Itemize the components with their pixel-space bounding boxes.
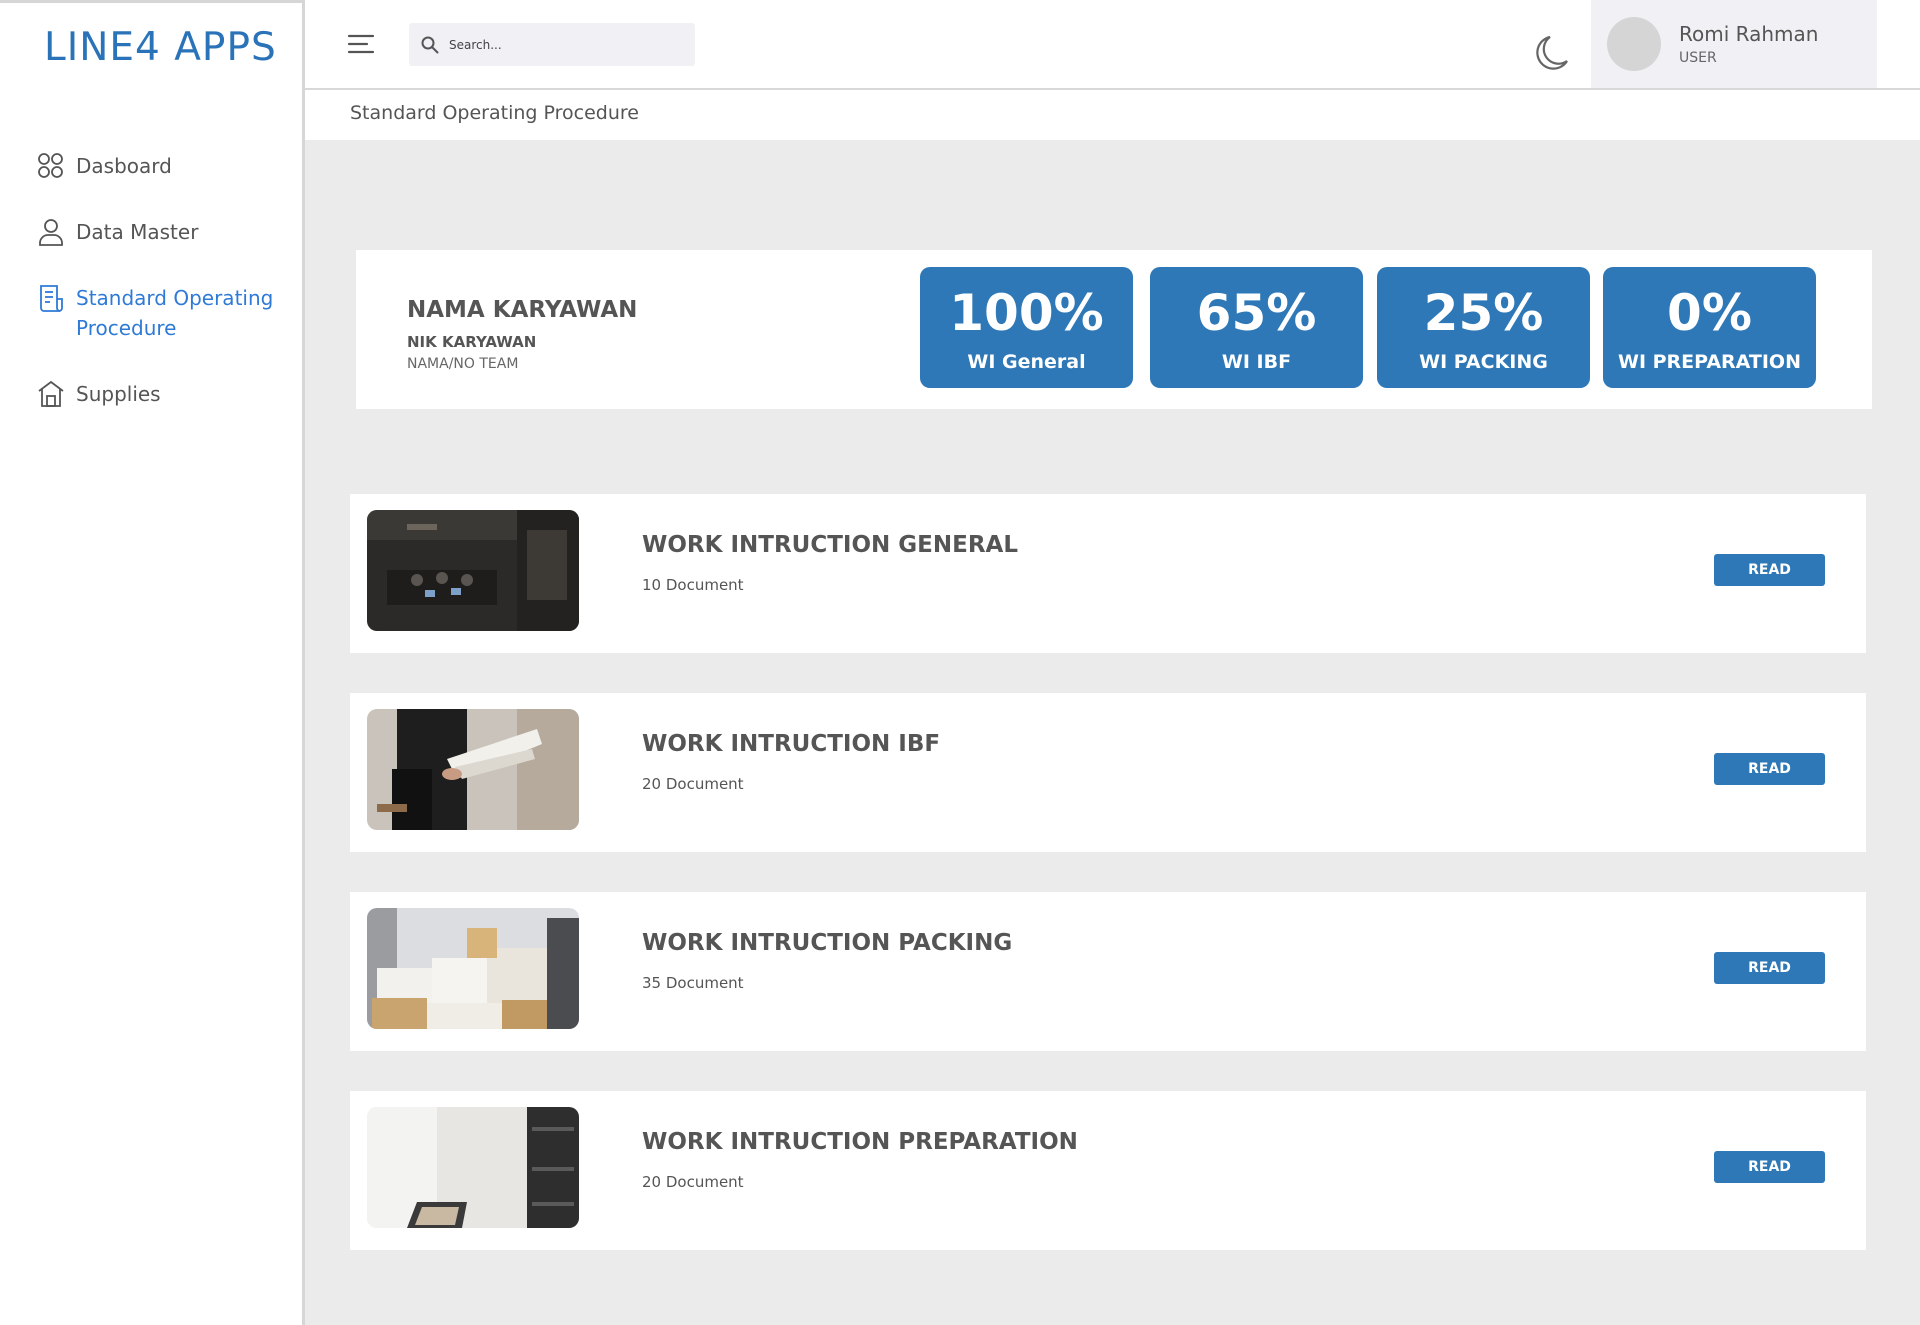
home-icon	[38, 380, 64, 407]
sidebar-item-label: Dasboard	[76, 154, 172, 178]
sidebar-nav: Dasboard Data Master Standard Operating …	[36, 151, 296, 445]
stat-percent: 100%	[949, 284, 1104, 342]
wi-thumbnail-boxes	[367, 908, 579, 1029]
stat-percent: 65%	[1196, 284, 1317, 342]
stat-card-wi-general[interactable]: 100% WI General	[920, 267, 1133, 388]
stat-label: WI General	[967, 351, 1086, 373]
wi-thumbnail-office	[367, 510, 579, 631]
stat-label: WI PACKING	[1419, 351, 1548, 373]
dashboard-grid-icon	[38, 153, 63, 178]
page-title: Standard Operating Procedure	[350, 102, 639, 124]
wi-document-count: 20 Document	[642, 1173, 744, 1191]
stat-card-wi-ibf[interactable]: 65% WI IBF	[1150, 267, 1363, 388]
wi-card-preparation: WORK INTRUCTION PREPARATION 20 Document …	[350, 1091, 1866, 1250]
read-button[interactable]: READ	[1714, 1151, 1825, 1183]
search-icon	[421, 36, 439, 53]
wi-thumbnail-desk	[367, 1107, 579, 1228]
wi-document-count: 35 Document	[642, 974, 744, 992]
wi-document-count: 20 Document	[642, 775, 744, 793]
sidebar-item-label: Data Master	[76, 220, 199, 244]
stat-percent: 25%	[1423, 284, 1544, 342]
top-header: Romi Rahman USER	[305, 0, 1920, 90]
user-name: Romi Rahman	[1679, 22, 1819, 46]
document-icon	[40, 285, 63, 312]
wi-title: WORK INTRUCTION GENERAL	[642, 532, 1018, 558]
breadcrumb-bar: Standard Operating Procedure	[305, 90, 1920, 140]
wi-thumbnail-reading	[367, 709, 579, 830]
employee-team: NAMA/NO TEAM	[407, 356, 519, 372]
user-role: USER	[1679, 50, 1717, 66]
read-button[interactable]: READ	[1714, 952, 1825, 984]
wi-card-ibf: WORK INTRUCTION IBF 20 Document READ	[350, 693, 1866, 852]
app-logo[interactable]: LINE4 APPS	[44, 25, 277, 70]
employee-nik: NIK KARYAWAN	[407, 333, 537, 351]
stat-card-wi-packing[interactable]: 25% WI PACKING	[1377, 267, 1590, 388]
sidebar-item-sop[interactable]: Standard Operating Procedure	[36, 283, 296, 343]
sidebar: LINE4 APPS Dasboard Data Master Standard…	[0, 0, 305, 1325]
sidebar-item-dashboard[interactable]: Dasboard	[36, 151, 296, 181]
sidebar-item-label: Supplies	[76, 382, 161, 406]
sidebar-item-label: Standard Operating Procedure	[76, 286, 274, 340]
sidebar-item-data-master[interactable]: Data Master	[36, 217, 296, 247]
wi-document-count: 10 Document	[642, 576, 744, 594]
search-input[interactable]	[449, 37, 679, 52]
sidebar-item-supplies[interactable]: Supplies	[36, 379, 296, 409]
avatar	[1607, 17, 1661, 71]
hamburger-menu-icon[interactable]	[347, 32, 375, 56]
employee-name: NAMA KARYAWAN	[407, 297, 638, 323]
wi-title: WORK INTRUCTION IBF	[642, 731, 941, 757]
read-button[interactable]: READ	[1714, 554, 1825, 586]
wi-title: WORK INTRUCTION PACKING	[642, 930, 1013, 956]
wi-card-packing: WORK INTRUCTION PACKING 35 Document READ	[350, 892, 1866, 1051]
user-profile-menu[interactable]: Romi Rahman USER	[1591, 0, 1877, 88]
user-icon	[39, 219, 63, 246]
stat-percent: 0%	[1667, 284, 1752, 342]
read-button[interactable]: READ	[1714, 753, 1825, 785]
stat-card-wi-preparation[interactable]: 0% WI PREPARATION	[1603, 267, 1816, 388]
employee-summary-card: NAMA KARYAWAN NIK KARYAWAN NAMA/NO TEAM …	[356, 250, 1872, 409]
stat-label: WI PREPARATION	[1617, 351, 1801, 373]
stat-label: WI IBF	[1221, 351, 1292, 373]
wi-title: WORK INTRUCTION PREPARATION	[642, 1129, 1078, 1155]
wi-card-general: WORK INTRUCTION GENERAL 10 Document READ	[350, 494, 1866, 653]
search-box[interactable]	[409, 23, 695, 66]
moon-icon[interactable]	[1534, 33, 1570, 73]
